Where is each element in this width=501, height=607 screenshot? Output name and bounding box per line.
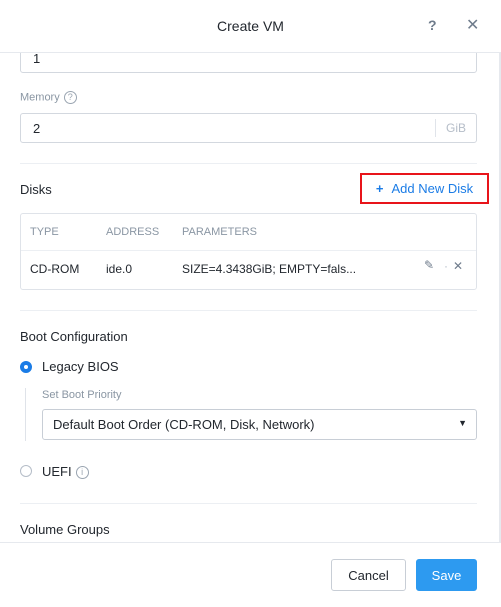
plus-icon: +: [375, 181, 384, 196]
save-button[interactable]: Save: [416, 559, 477, 591]
add-new-disk-label: Add New Disk: [391, 181, 474, 196]
boot-priority-label: Set Boot Priority: [42, 389, 122, 401]
boot-priority-indent-line: [25, 388, 26, 441]
table-divider: [21, 250, 476, 251]
uefi-radio[interactable]: [20, 465, 32, 477]
edit-pencil-icon[interactable]: ✎: [424, 258, 434, 272]
delete-disk-icon[interactable]: ✕: [453, 259, 463, 273]
volume-groups-title: Volume Groups: [20, 522, 110, 537]
uefi-info-icon[interactable]: i: [75, 466, 89, 480]
legacy-bios-radio[interactable]: [20, 361, 32, 373]
help-icon[interactable]: ?: [428, 17, 437, 33]
top-value-text: 1: [33, 51, 41, 66]
uefi-label[interactable]: UEFI i: [42, 464, 89, 480]
divider: [20, 163, 477, 164]
disks-title: Disks: [20, 182, 52, 197]
close-icon[interactable]: ✕: [466, 15, 479, 35]
cancel-button[interactable]: Cancel: [331, 559, 406, 591]
memory-value: 2: [33, 120, 41, 136]
uefi-label-text: UEFI: [42, 464, 72, 479]
disk-address-cell: ide.0: [106, 262, 133, 276]
memory-input[interactable]: 2 GiB: [20, 113, 477, 143]
legacy-bios-label[interactable]: Legacy BIOS: [42, 359, 119, 374]
divider: [20, 310, 477, 311]
memory-info-icon[interactable]: ?: [63, 91, 77, 104]
add-new-disk-button[interactable]: + Add New Disk: [360, 173, 489, 204]
action-separator: ·: [444, 259, 448, 273]
column-header-address: ADDRESS: [106, 226, 160, 238]
memory-label-text: Memory: [20, 91, 60, 104]
disk-parameters-cell: SIZE=4.3438GiB; EMPTY=fals...: [182, 262, 357, 276]
dialog-footer: Cancel Save: [0, 542, 501, 607]
memory-label: Memory?: [20, 91, 77, 104]
boot-priority-value: Default Boot Order (CD-ROM, Disk, Networ…: [53, 417, 315, 432]
column-header-parameters: PARAMETERS: [182, 226, 257, 238]
boot-configuration-title: Boot Configuration: [20, 329, 128, 344]
divider: [20, 503, 477, 504]
column-header-type: TYPE: [30, 226, 59, 238]
boot-priority-select[interactable]: Default Boot Order (CD-ROM, Disk, Networ…: [42, 409, 477, 440]
dialog-header: Create VM ? ✕: [0, 0, 501, 53]
chevron-down-icon: ▼: [458, 418, 467, 428]
dialog-title: Create VM: [217, 18, 284, 34]
disk-type-cell: CD-ROM: [30, 262, 80, 276]
disks-table: TYPE ADDRESS PARAMETERS CD-ROM ide.0 SIZ…: [20, 213, 477, 290]
memory-unit: GiB: [435, 119, 476, 137]
